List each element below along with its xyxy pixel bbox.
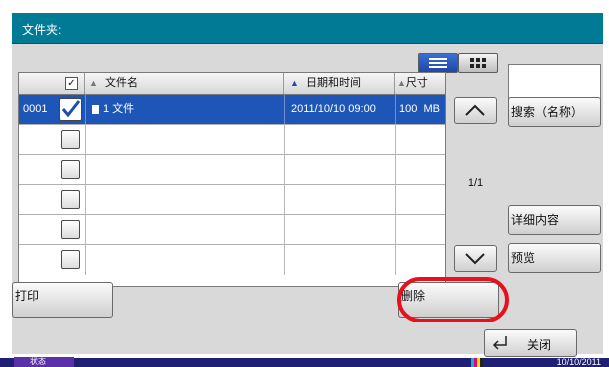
return-arrow-icon: [492, 336, 507, 350]
close-button[interactable]: 关闭: [484, 329, 577, 357]
list-view-button[interactable]: [418, 53, 458, 73]
page-title: 文件夹:: [22, 23, 62, 37]
row-checkbox[interactable]: [61, 160, 80, 179]
table-header: ✓ ▲ 文件名 ▲ 日期和时间 ▲尺寸: [19, 73, 445, 95]
select-all-checkbox[interactable]: ✓: [65, 77, 78, 90]
column-name-label: 文件名: [104, 77, 138, 89]
scroll-down-button[interactable]: [454, 245, 497, 272]
file-table: ✓ ▲ 文件名 ▲ 日期和时间 ▲尺寸 0001 1 文件 2011/10/10…: [18, 72, 446, 287]
checked-checkbox[interactable]: [59, 98, 82, 121]
search-by-name-button[interactable]: 搜索（名称）: [508, 97, 601, 127]
document-icon: [92, 105, 99, 114]
status-bar: 状态 10/10/2011: [0, 357, 609, 367]
page-indicator: 1/1: [467, 177, 484, 189]
table-row[interactable]: [19, 125, 445, 155]
table-row[interactable]: [19, 185, 445, 215]
file-datetime: 2011/10/10 09:00: [291, 103, 376, 115]
details-button[interactable]: 详细内容: [508, 205, 601, 235]
chevron-down-icon: [465, 253, 485, 265]
select-all-header: ✓: [19, 73, 85, 94]
table-row[interactable]: [19, 155, 445, 185]
preview-button[interactable]: 预览: [508, 243, 601, 273]
file-name: 1 文件: [103, 103, 135, 115]
sort-asc-icon: ▲: [397, 78, 406, 88]
row-checkbox[interactable]: [61, 250, 80, 269]
folder-dialog: 文件夹: ✓ ▲ 文件名 ▲ 日期和时间 ▲尺寸 0001 1 文件 2011/…: [12, 13, 603, 357]
close-label: 关闭: [527, 338, 552, 352]
status-button[interactable]: 状态: [14, 357, 74, 367]
table-row[interactable]: [19, 245, 445, 275]
thumbnail-view-button[interactable]: [458, 53, 498, 73]
table-row[interactable]: [19, 215, 445, 245]
column-datetime[interactable]: ▲ 日期和时间: [284, 73, 395, 94]
file-size: 100 MB: [399, 103, 440, 115]
row-checkbox[interactable]: [61, 190, 80, 209]
checkmark-icon: [61, 100, 81, 118]
sort-asc-icon: ▲: [89, 78, 98, 88]
row-checkbox[interactable]: [61, 130, 80, 149]
toner-level-icon: [471, 358, 483, 367]
column-size[interactable]: ▲尺寸: [395, 73, 445, 94]
sort-active-icon: ▲: [290, 78, 299, 88]
scroll-up-button[interactable]: [454, 97, 497, 124]
grid-view-icon: [470, 58, 486, 68]
row-checkbox[interactable]: [61, 220, 80, 239]
list-view-icon: [429, 58, 447, 68]
chevron-up-icon: [465, 104, 485, 116]
column-datetime-label: 日期和时间: [305, 77, 361, 89]
print-button[interactable]: 打印: [12, 282, 113, 318]
column-name[interactable]: ▲ 文件名: [85, 73, 284, 94]
row-number: 0001: [23, 103, 48, 115]
status-date: 10/10/2011: [556, 357, 601, 367]
column-size-label: 尺寸: [405, 77, 428, 89]
delete-highlight-ring: [397, 277, 509, 323]
table-row[interactable]: 0001 1 文件 2011/10/10 09:00 100 MB: [19, 95, 445, 125]
title-bar: 文件夹:: [12, 13, 603, 44]
